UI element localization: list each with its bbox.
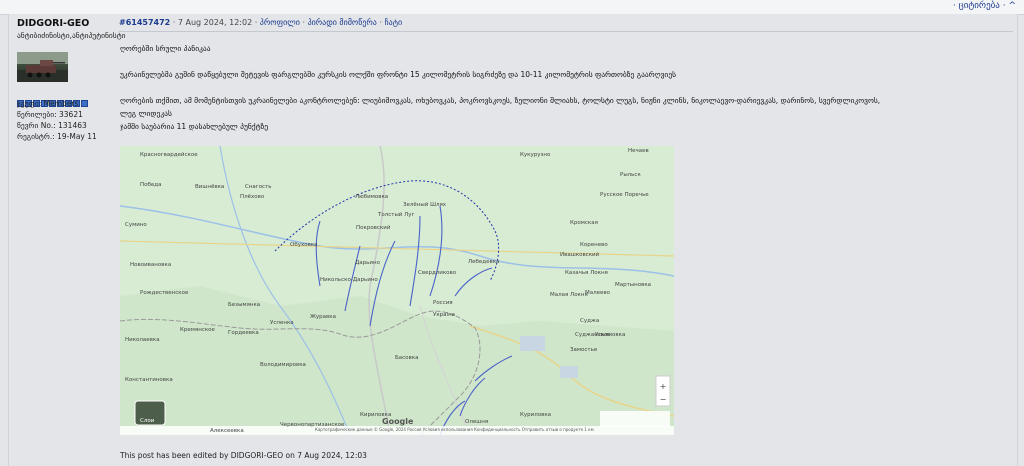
map-place-label: Вишнёвка bbox=[195, 184, 224, 190]
map-place-label: Россия bbox=[433, 300, 453, 306]
map-place-label: Малая Локня bbox=[550, 292, 588, 298]
user-posts: წერილები: 33621 bbox=[17, 110, 83, 119]
map-place-label: Зелёный Шлях bbox=[403, 201, 447, 208]
map-place-label: Любимовка bbox=[355, 194, 388, 200]
post-line-2: უკრაინელებმა გუშინ დაწყებული შეტევის ფარ… bbox=[120, 70, 677, 79]
map-place-label: Победа bbox=[140, 182, 161, 188]
username[interactable]: DIDGORI-GEO bbox=[17, 18, 89, 29]
user-registered: რეგისტრ.: 19-May 11 bbox=[17, 132, 97, 141]
map-place-label: Басовка bbox=[395, 355, 418, 361]
post-line-4: ლეგ ლიდეკას bbox=[120, 109, 172, 118]
post-line-1: ღორებში სრული პანიკაა bbox=[120, 44, 211, 53]
map-place-label: Толстый Луг bbox=[377, 211, 415, 218]
private-message-link[interactable]: პირადი მიმოწერა bbox=[308, 18, 377, 27]
map-place-label: Новоивановка bbox=[130, 262, 171, 268]
map-place-label: Рождественское bbox=[140, 290, 189, 296]
post-header: #61457472 · 7 Aug 2024, 12:02 · პროფილი … bbox=[119, 18, 403, 27]
user-member-no: წევრი No.: 131463 bbox=[17, 121, 87, 130]
map-place-label: Безымянка bbox=[228, 302, 260, 308]
map-place-label: Константиновка bbox=[125, 377, 173, 383]
avatar bbox=[17, 52, 68, 82]
map-place-label: Красногвардейское bbox=[140, 151, 198, 158]
map-place-label: Никольско-Дарьино bbox=[320, 277, 378, 283]
map-place-label: Покровский bbox=[356, 224, 391, 231]
map-place-label: Нечаев bbox=[628, 148, 649, 154]
map-place-label: Снагость bbox=[245, 184, 272, 190]
post-content: #61457472 · 7 Aug 2024, 12:02 · პროფილი … bbox=[115, 14, 1017, 466]
svg-text:+: + bbox=[660, 382, 667, 391]
user-group: ჯგუფი: Members bbox=[17, 99, 79, 108]
map-place-label: Николаевка bbox=[125, 337, 160, 343]
map-image: + − Красногвардейское Вишнёвка Плёхово Люби… bbox=[119, 145, 675, 436]
user-title: ანტიბიძინისტი,ანტიპუტინისტი bbox=[17, 31, 126, 40]
post-line-5: ჯამში საუბარია 11 დასახლებულ პუნქტზე bbox=[120, 122, 269, 131]
map-place-label: Успенка bbox=[270, 320, 294, 326]
post-date: · 7 Aug 2024, 12:02 · bbox=[172, 18, 258, 27]
forum-post: DIDGORI-GEO ანტიბიძინისტი,ანტიპუტინისტი … bbox=[8, 14, 1018, 466]
user-info: ჯგუფი: Members წერილები: 33621 წევრი No.… bbox=[17, 98, 97, 142]
map-place-label: Ивашковский bbox=[560, 251, 600, 258]
map-place-label: Куриловка bbox=[520, 412, 551, 418]
user-sidebar: DIDGORI-GEO ანტიბიძინისტი,ანტიპუტინისტი … bbox=[9, 14, 126, 466]
top-bar: · ციტირება · ^ bbox=[0, 0, 1024, 15]
map-place-label: Суджанское bbox=[575, 332, 612, 338]
map-place-label: Свердликово bbox=[418, 270, 457, 276]
map-place-label: Кромская bbox=[570, 220, 598, 226]
map-place-label: Плёхово bbox=[240, 194, 265, 200]
map-place-label: Журавка bbox=[310, 314, 336, 320]
map-place-label: Лебедевка bbox=[468, 259, 499, 265]
map-place-label: Суджа bbox=[580, 318, 599, 324]
header-divider bbox=[119, 31, 1013, 32]
map-place-label: Гордеевка bbox=[228, 330, 259, 336]
map-place-label: Кремянское bbox=[180, 327, 216, 333]
quote-and-top-links[interactable]: · ციტირება · ^ bbox=[953, 1, 1016, 11]
map-place-label: Сумино bbox=[125, 222, 147, 228]
profile-link[interactable]: პროფილი bbox=[260, 18, 300, 27]
map-place-label: Олешня bbox=[465, 419, 488, 425]
map-layers-button[interactable]: Слои bbox=[140, 418, 154, 424]
map-place-label: Дарьино bbox=[355, 260, 381, 266]
svg-text:−: − bbox=[660, 395, 667, 404]
map-place-label: Русское Поречье bbox=[600, 192, 649, 198]
google-logo: Google bbox=[382, 417, 414, 426]
map-place-label: Коренево bbox=[580, 242, 608, 248]
map-place-label: Мартыновка bbox=[615, 282, 651, 288]
map-place-label: Алексеевка bbox=[210, 428, 244, 434]
post-line-3: ღორების თქმით, ამ მომენტისთვის უკრაინელე… bbox=[120, 96, 881, 105]
map-place-label: Обуховка bbox=[290, 242, 318, 248]
post-id-link[interactable]: #61457472 bbox=[119, 18, 170, 27]
map-place-label: Рыльск bbox=[620, 172, 641, 178]
chat-link[interactable]: ჩატი bbox=[384, 18, 402, 27]
map-place-label: Володимировка bbox=[260, 362, 306, 368]
map-place-label: Казачья Локня bbox=[565, 270, 608, 276]
map-copyright: Картографические данные © Google, 2024 Р… bbox=[315, 427, 594, 432]
map-place-label: Україна bbox=[433, 312, 455, 318]
map-place-label: Кукурузно bbox=[520, 152, 551, 158]
edit-notice: This post has been edited by DIDGORI-GEO… bbox=[120, 451, 367, 460]
map-place-label: Замостье bbox=[570, 347, 598, 353]
map-place-label: Малеево bbox=[585, 290, 611, 296]
